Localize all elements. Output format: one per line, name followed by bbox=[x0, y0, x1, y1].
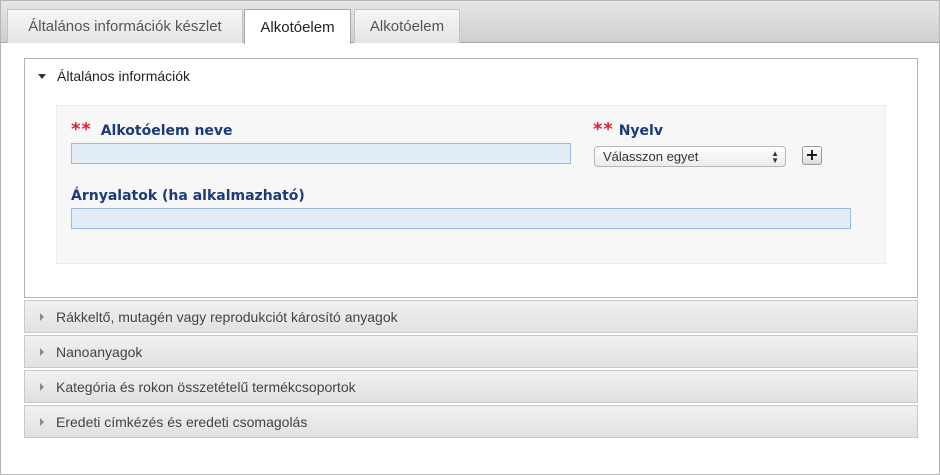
tab-bar: Általános információk készlet Alkotóelem… bbox=[1, 1, 939, 44]
tab-component[interactable]: Alkotóelem bbox=[354, 9, 460, 43]
general-info-panel: Általános információk ** Alkotóelem neve… bbox=[24, 58, 918, 298]
category-title: Kategória és rokon összetételű termékcso… bbox=[56, 378, 356, 395]
caret-right-icon bbox=[40, 417, 44, 426]
language-label: Nyelv bbox=[618, 123, 663, 139]
shades-label: Árnyalatok (ha alkalmazható) bbox=[71, 188, 305, 204]
component-name-label: Alkotóelem neve bbox=[100, 123, 233, 139]
nanomaterials-title: Nanoanyagok bbox=[56, 343, 143, 360]
general-info-form: ** Alkotóelem neve ** Nyelv Válasszon eg… bbox=[56, 105, 886, 264]
tab-general-info-set[interactable]: Általános információk készlet bbox=[7, 9, 243, 43]
general-info-title: Általános információk bbox=[57, 68, 191, 84]
nanomaterials-accordion[interactable]: Nanoanyagok bbox=[24, 335, 918, 368]
tab-component-active[interactable]: Alkotóelem bbox=[244, 9, 351, 44]
shades-input[interactable] bbox=[71, 208, 851, 229]
language-select[interactable]: Válasszon egyet ▲ ▼ bbox=[594, 146, 786, 167]
component-form-window: Általános információk készlet Alkotóelem… bbox=[0, 0, 940, 475]
caret-down-icon bbox=[38, 73, 46, 79]
language-label-group: ** Nyelv bbox=[593, 119, 663, 140]
component-name-input[interactable] bbox=[71, 143, 571, 164]
required-marker: ** bbox=[593, 119, 614, 140]
caret-right-icon bbox=[40, 382, 44, 391]
required-marker: ** bbox=[71, 119, 92, 140]
general-info-accordion-header[interactable]: Általános információk bbox=[25, 59, 917, 93]
language-select-value: Válasszon egyet bbox=[603, 149, 699, 164]
caret-right-icon bbox=[40, 347, 44, 356]
cmr-substances-accordion[interactable]: Rákkeltő, mutagén vagy reprodukciót káro… bbox=[24, 300, 918, 333]
original-labelling-title: Eredeti címkézés és eredeti csomagolás bbox=[56, 413, 308, 430]
cmr-substances-title: Rákkeltő, mutagén vagy reprodukciót káro… bbox=[56, 308, 398, 325]
select-arrows-icon: ▲ ▼ bbox=[771, 149, 779, 165]
add-language-button[interactable]: + bbox=[802, 146, 822, 165]
category-frame-formulation-accordion[interactable]: Kategória és rokon összetételű termékcso… bbox=[24, 370, 918, 403]
caret-right-icon bbox=[40, 312, 44, 321]
component-name-label-group: ** Alkotóelem neve bbox=[71, 119, 233, 140]
original-labelling-accordion[interactable]: Eredeti címkézés és eredeti csomagolás bbox=[24, 405, 918, 438]
